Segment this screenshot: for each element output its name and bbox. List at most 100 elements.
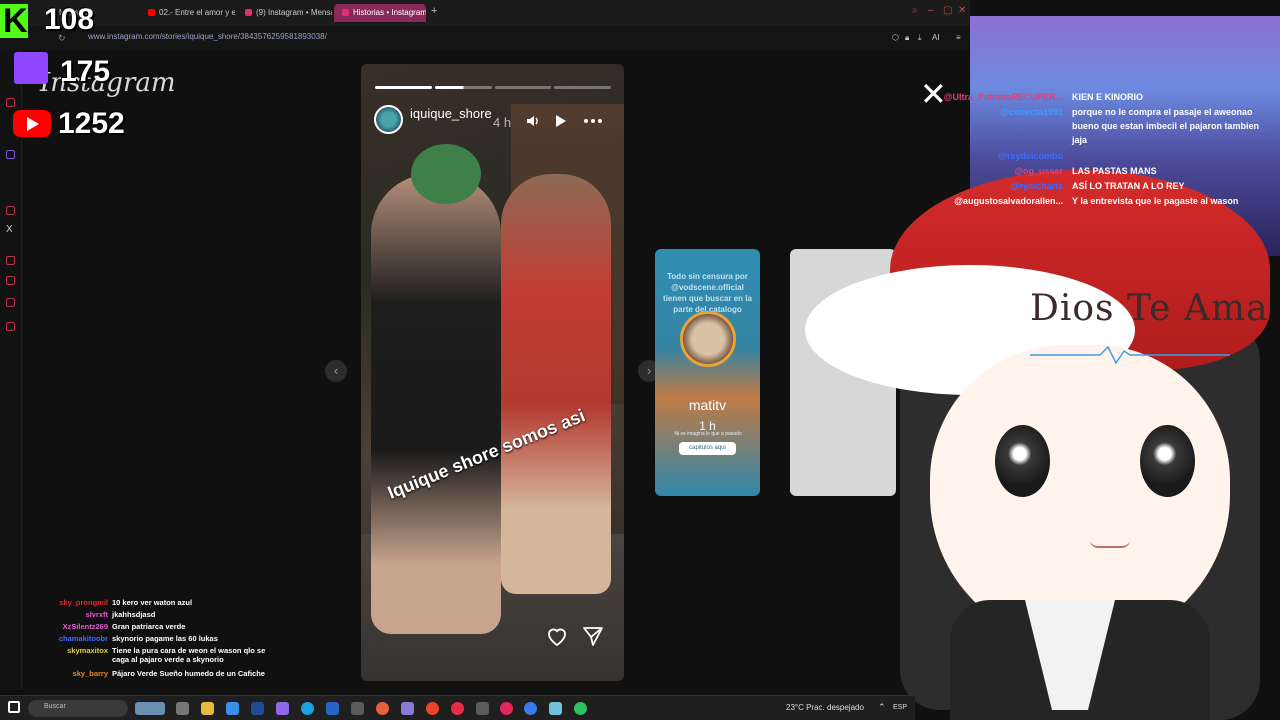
ai-button[interactable]: AI — [932, 33, 940, 42]
chat-username: skymaxitox — [67, 646, 108, 655]
twitch-sidebar-icon[interactable] — [6, 150, 15, 159]
chat-username: @og_usser — [1014, 166, 1063, 176]
app-icon[interactable] — [276, 702, 289, 715]
heart-icon[interactable] — [545, 624, 569, 648]
app-icon[interactable] — [401, 702, 414, 715]
tab-instagram-mensajes[interactable]: (9) Instagram • Mensajes — [237, 4, 332, 22]
progress-segment — [494, 86, 552, 89]
avatar-mouth — [1090, 540, 1130, 548]
tab-historias-instagram[interactable]: Historias • Instagram — [334, 4, 426, 22]
person-left — [371, 174, 501, 634]
whatsapp-icon[interactable] — [574, 702, 587, 715]
sidebar-app-icon[interactable] — [6, 276, 15, 285]
screen: Mensajes 02.- Entre el amor y el od (9) … — [0, 0, 1280, 720]
person-left-hair — [411, 144, 481, 204]
firefox-icon[interactable] — [376, 702, 389, 715]
chat-text: Y la entrevista que le pagaste al wason — [1072, 196, 1239, 206]
avatar-eye — [995, 425, 1050, 497]
app-icon[interactable] — [549, 702, 562, 715]
sidebar-app-icon[interactable] — [6, 98, 15, 107]
chat-text: Gran patriarca verde — [112, 622, 186, 631]
sidebar-app-icon[interactable] — [6, 298, 15, 307]
preview-avatar — [680, 311, 736, 367]
language-indicator[interactable]: ESP — [893, 704, 907, 711]
youtube-logo — [13, 110, 51, 137]
chat-username: @reydelcombo — [998, 151, 1063, 161]
youtube-viewer-count: 1252 — [58, 107, 125, 140]
menu-icon[interactable]: ≡ — [956, 33, 961, 42]
progress-segment — [375, 86, 432, 89]
app-icon[interactable] — [251, 702, 264, 715]
chat-text: LAS PASTAS MANS — [1072, 166, 1157, 176]
story-time: 4 h — [493, 115, 512, 130]
play-icon[interactable] — [552, 113, 568, 129]
lock-icon[interactable]: 🔒︎ — [905, 33, 909, 43]
kick-viewer-count: 108 — [44, 3, 95, 36]
chat-username: slvrxft — [85, 610, 108, 619]
chat-username: @augustosalvadorallen... — [954, 196, 1063, 206]
weather-widget[interactable]: 23°C Prac. despejado — [786, 703, 864, 712]
file-explorer-icon[interactable] — [201, 702, 214, 715]
story-username[interactable]: iquique_shore — [410, 106, 492, 121]
chat-text: 10 kero ver waton azul — [112, 598, 193, 607]
widget-icon[interactable] — [135, 702, 165, 715]
story-progress — [375, 86, 611, 89]
progress-segment — [434, 86, 492, 89]
opera-icon[interactable] — [500, 702, 513, 715]
story-viewer[interactable]: iquique_shore 4 h Iquique shore somos as… — [361, 64, 624, 681]
volume-icon[interactable] — [525, 113, 541, 129]
chat-text: Pájaro Verde Sueño humedo de un Cafiche — [112, 669, 265, 678]
preview-small-text: Ni se imagina lo que a pasado — [674, 431, 742, 437]
chat-text: ASÍ LO TRATAN A LO REY — [1072, 181, 1185, 191]
chevron-up-icon[interactable]: ⌃ — [878, 702, 886, 713]
chrome-icon[interactable] — [426, 702, 439, 715]
preview-pill: capitulos aqui — [679, 442, 736, 455]
chat-username: sky_prongmil — [59, 598, 108, 607]
tab-youtube-video[interactable]: 02.- Entre el amor y el od — [140, 4, 235, 22]
chat-text: porque no le compra el pasaje el aweonao… — [1072, 107, 1260, 145]
chat-username: sky_barry — [72, 669, 108, 678]
sidebar-app-icon[interactable] — [6, 256, 15, 265]
preview-header-text: Todo sin censura por @vodscene.official … — [663, 272, 752, 314]
more-options-icon[interactable] — [583, 113, 603, 129]
app-icon[interactable] — [326, 702, 339, 715]
youtube-icon — [148, 9, 155, 17]
chat-username: @Ultra_PatriotaRECUPER... — [943, 92, 1063, 102]
instagram-icon — [245, 9, 252, 17]
story-preview-matitv[interactable]: Todo sin censura por @vodscene.official … — [655, 249, 760, 496]
app-icon[interactable] — [451, 702, 464, 715]
chat-text: Tiene la pura cara de weon el wason qlo … — [112, 646, 266, 664]
start-icon[interactable] — [8, 701, 20, 713]
app-icon[interactable] — [226, 702, 239, 715]
previous-story-arrow[interactable]: ‹ — [325, 360, 347, 382]
x-icon[interactable]: X — [6, 224, 13, 235]
extension-icon[interactable]: ⬡ — [892, 33, 899, 42]
taskbar: Buscar 23°C Prac. despejado ⌃ ESP — [0, 695, 915, 720]
twitch-viewer-count: 175 — [60, 55, 111, 88]
chat-username: XzSilentz269 — [62, 622, 108, 631]
minimize-icon[interactable]: – — [928, 5, 934, 16]
instagram-icon — [342, 9, 349, 17]
story-avatar[interactable] — [374, 105, 403, 134]
close-window-icon[interactable]: ✕ — [958, 5, 966, 16]
task-view-icon[interactable] — [176, 702, 189, 715]
app-icon[interactable] — [476, 702, 489, 715]
url-field[interactable]: www.instagram.com/stories/iquique_shore/… — [88, 32, 327, 41]
maximize-icon[interactable]: ▢ — [943, 5, 952, 16]
vtuber-avatar: Dios Te Ama — [800, 170, 1280, 720]
edge-icon[interactable] — [301, 702, 314, 715]
sidebar-app-icon[interactable] — [6, 322, 15, 331]
person-right — [501, 174, 611, 594]
new-tab-button[interactable]: + — [431, 5, 437, 17]
download-icon[interactable]: ⤓ — [918, 33, 922, 43]
send-icon[interactable] — [581, 624, 605, 648]
taskbar-search[interactable]: Buscar — [28, 700, 128, 717]
avatar-eye — [1140, 425, 1195, 497]
chat-username: chamakitoobr — [58, 634, 108, 643]
app-icon[interactable] — [351, 702, 364, 715]
app-icon[interactable] — [524, 702, 537, 715]
twitch-logo — [14, 52, 48, 84]
sidebar-app-icon[interactable] — [6, 206, 15, 215]
search-icon[interactable]: ⌕ — [912, 5, 918, 16]
dios-te-ama-text: Dios Te Ama — [1030, 288, 1269, 329]
